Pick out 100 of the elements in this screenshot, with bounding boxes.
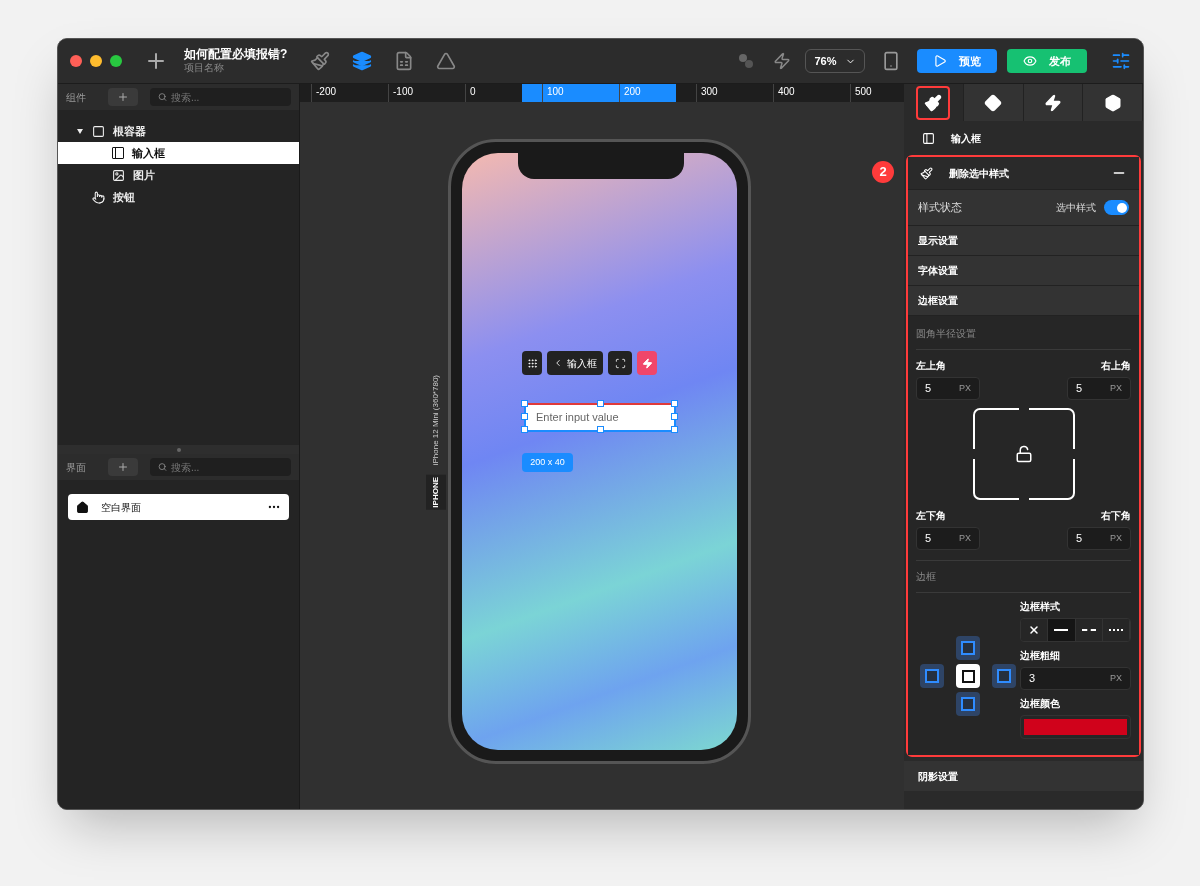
panel-label: 组件: [66, 90, 87, 105]
number-field[interactable]: 3 PX: [1020, 667, 1131, 690]
component-icon: [1103, 93, 1122, 112]
unit-label: PX: [1110, 671, 1122, 685]
unit-label: PX: [959, 381, 971, 395]
style-icon: [924, 93, 943, 112]
field-label: 边框粗细: [1020, 649, 1061, 663]
action-button[interactable]: [637, 351, 657, 375]
lock-icon[interactable]: [1014, 445, 1033, 463]
add-button[interactable]: [108, 458, 138, 476]
expand-caret-icon[interactable]: [77, 128, 83, 134]
field-label: 边框样式: [1020, 600, 1061, 614]
toggle-label: 选中样式: [1056, 201, 1096, 215]
field-value: 5: [1076, 381, 1083, 397]
ruler-label: 200: [624, 85, 641, 99]
drive-tool-icon[interactable]: [436, 51, 456, 71]
dashed-line-icon: [1081, 629, 1096, 631]
device-label: iPhone 12 Mini (360*780): [430, 375, 441, 466]
resize-handle[interactable]: [597, 426, 604, 433]
component-tab[interactable]: [1083, 84, 1143, 121]
ruler-label: -100: [393, 85, 413, 99]
brush-tool-icon[interactable]: [310, 51, 330, 71]
resize-handle[interactable]: [597, 400, 604, 407]
image-icon: [112, 168, 125, 182]
plus-icon: [117, 91, 129, 103]
search-field[interactable]: 搜索...: [150, 88, 291, 106]
add-button[interactable]: [108, 88, 138, 106]
none-style-button[interactable]: [1021, 619, 1049, 641]
right-side-toggle[interactable]: [992, 664, 1016, 688]
action-icon: [1043, 93, 1062, 112]
field-value: 5: [1076, 531, 1083, 547]
plus-icon: [117, 461, 129, 473]
settings-icon[interactable]: [1111, 51, 1131, 71]
unit-label: PX: [959, 531, 971, 545]
tree-item[interactable]: 根容器: [58, 120, 299, 142]
ruler-label: 0: [470, 85, 476, 99]
input-preview[interactable]: Enter input value: [524, 403, 676, 432]
maximize-button[interactable]: [110, 55, 122, 67]
drag-handle-button[interactable]: [522, 351, 542, 375]
settings-section[interactable]: 字体设置: [908, 256, 1139, 286]
tree-item-label: 输入框: [132, 145, 165, 161]
section-header: 删除选中样式: [949, 166, 1010, 181]
unit-label: PX: [1110, 531, 1122, 545]
expand-button[interactable]: [608, 351, 632, 375]
sheet-tool-icon[interactable]: [394, 51, 414, 71]
cross-icon: [1028, 624, 1041, 636]
tree-item[interactable]: 输入框: [58, 142, 299, 164]
all-sides-toggle[interactable]: [956, 664, 980, 688]
tree-item-label: 图片: [133, 167, 155, 183]
frame-corners-icon: [614, 357, 626, 369]
tree-item-label: 按钮: [113, 189, 135, 205]
page-item[interactable]: 空白界面: [68, 494, 289, 520]
left-side-toggle[interactable]: [920, 664, 944, 688]
solid-style-button[interactable]: [1048, 619, 1076, 641]
action-tab[interactable]: [1023, 84, 1084, 121]
zoom-dropdown[interactable]: 76%: [805, 49, 865, 73]
ruler-label: 400: [778, 85, 795, 99]
device-tag: IPHONE: [426, 475, 446, 510]
brush-icon: [920, 166, 933, 180]
search-input[interactable]: 搜索...: [170, 89, 283, 105]
number-field[interactable]: 5 PX: [1067, 527, 1131, 550]
top-side-toggle[interactable]: [956, 636, 980, 660]
field-value: 3: [1029, 671, 1036, 687]
page-label: 空白界面: [101, 500, 142, 515]
number-field[interactable]: 5 PX: [1067, 377, 1131, 400]
tree-item[interactable]: 按钮: [58, 186, 299, 208]
close-button[interactable]: [70, 55, 82, 67]
layout-tab[interactable]: [963, 84, 1024, 121]
number-field[interactable]: 5 PX: [916, 377, 980, 400]
bottom-side-toggle[interactable]: [956, 692, 980, 716]
collaborators-icon[interactable]: [737, 52, 755, 70]
settings-section[interactable]: 边框设置: [908, 286, 1139, 316]
color-swatch[interactable]: [1024, 719, 1127, 735]
input-icon: [922, 131, 935, 145]
minimize-button[interactable]: [90, 55, 102, 67]
device-icon[interactable]: [881, 51, 901, 71]
settings-section[interactable]: 阴影设置: [904, 761, 1143, 791]
lightning-icon[interactable]: [773, 52, 791, 70]
size-badge: 200 x 40: [522, 453, 573, 472]
lightning-icon: [641, 357, 653, 369]
layout-icon: [984, 93, 1003, 112]
toggle-switch[interactable]: [1104, 200, 1129, 215]
breadcrumb-button[interactable]: 输入框: [547, 351, 603, 375]
settings-section[interactable]: 显示设置: [908, 226, 1139, 256]
search-input[interactable]: 搜索...: [170, 459, 283, 475]
search-field[interactable]: 搜索...: [150, 458, 291, 476]
corner-label: 左下角: [916, 509, 947, 523]
tree-item-label: 根容器: [113, 123, 146, 139]
layers-tool-icon[interactable]: [352, 51, 372, 71]
subsection-title: 边框: [916, 560, 1131, 593]
subsection-title: 圆角半径设置: [916, 326, 1131, 350]
element-name: 输入框: [951, 131, 981, 146]
number-field[interactable]: 5 PX: [916, 527, 980, 550]
solid-line-icon: [1054, 629, 1069, 631]
ruler-label: -200: [316, 85, 336, 99]
grip-icon: [526, 357, 538, 369]
home-icon: [76, 500, 89, 514]
tree-item[interactable]: 图片: [58, 164, 299, 186]
search-icon: [158, 92, 167, 102]
ruler-label: 500: [855, 85, 872, 99]
